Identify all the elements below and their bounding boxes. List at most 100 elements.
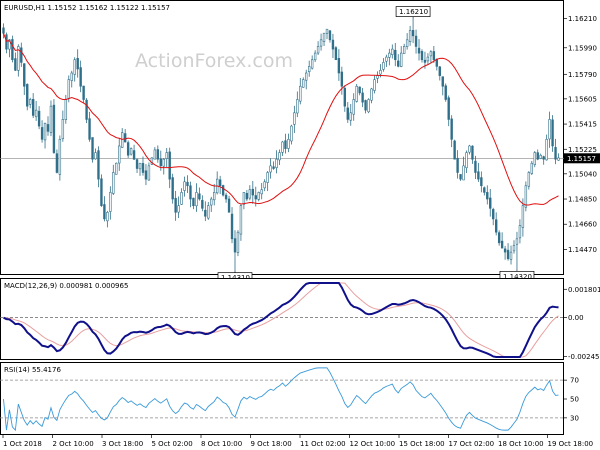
candle-body	[278, 152, 281, 161]
candle-body	[373, 79, 376, 91]
price-tick-label: 1.14660	[568, 221, 597, 229]
time-tick-label: 15 Oct 18:00	[399, 440, 445, 448]
candle-body	[112, 172, 115, 194]
candle-body	[405, 39, 409, 47]
price-tick-label: 1.15790	[568, 71, 597, 79]
candle-body	[382, 62, 385, 70]
candle-body	[132, 150, 136, 160]
candle-body	[156, 149, 160, 160]
candle-body	[355, 85, 358, 102]
candle-body	[263, 181, 266, 189]
watermark: ActionForex.com	[135, 50, 293, 72]
candle-body	[305, 72, 308, 81]
candle-body	[334, 47, 338, 61]
candle-body	[290, 125, 293, 142]
candle-body	[189, 185, 192, 200]
candle-body	[76, 57, 79, 70]
candle-body	[11, 39, 14, 61]
annotation-label: 1.16210	[399, 8, 428, 16]
rsi-tick-label: 70	[570, 377, 579, 385]
candle-body	[486, 192, 489, 200]
candle-body	[471, 145, 474, 160]
candle-body	[462, 165, 465, 181]
price-tick-label: 1.14850	[568, 196, 597, 204]
candle-body	[31, 99, 35, 116]
candle-body	[337, 58, 341, 74]
candle-body	[545, 139, 548, 161]
candle-body	[299, 85, 302, 102]
candle-body	[281, 141, 284, 153]
candle-body	[349, 112, 352, 121]
candle-body	[492, 209, 495, 220]
candle-body	[456, 157, 459, 173]
candle-body	[272, 166, 275, 169]
candle-body	[394, 49, 397, 61]
candle-body	[230, 213, 234, 240]
candle-body	[138, 162, 142, 170]
candle-body	[269, 165, 272, 173]
candle-body	[319, 39, 323, 47]
candle-body	[465, 152, 468, 169]
candle-body	[402, 46, 406, 54]
candle-body	[121, 132, 124, 148]
candle-body	[370, 88, 373, 101]
candle-body	[358, 86, 361, 94]
candle-body	[159, 158, 162, 167]
candle-body	[477, 171, 480, 180]
time-tick-label: 18 Oct 10:00	[498, 440, 544, 448]
candle-body	[340, 71, 344, 87]
candle-body	[536, 152, 539, 160]
candle-body	[313, 52, 317, 61]
candle-body	[506, 249, 510, 260]
time-tick-label: 5 Oct 02:00	[152, 440, 193, 448]
macd-panel: MACD(12,26,9) 0.000981 0.000965 0.001801…	[0, 278, 600, 361]
candle-body	[20, 47, 23, 63]
candle-body	[494, 219, 498, 233]
candle-body	[450, 118, 453, 140]
candle-body	[37, 110, 41, 127]
price-tick-label: 1.15040	[568, 170, 597, 178]
candle-body	[447, 97, 450, 120]
candle-body	[343, 87, 347, 107]
candle-body	[43, 123, 47, 141]
candle-body	[379, 70, 382, 75]
candle-body	[204, 209, 207, 217]
candle-body	[233, 238, 237, 253]
candle-body	[322, 32, 326, 42]
candle-body	[94, 152, 97, 160]
main-header: EURUSD,H1 1.15152 1.15162 1.15122 1.1515…	[4, 4, 170, 12]
candle-body	[49, 105, 53, 133]
candle-body	[135, 159, 139, 169]
price-tick-label: 1.15415	[568, 121, 597, 129]
macd-tick-label: -0.002458	[568, 353, 600, 361]
chart-canvas: ActionForex.com EURUSD,H1 1.15152 1.1516…	[0, 0, 600, 448]
candle-body	[177, 205, 180, 213]
candle-body	[468, 145, 471, 153]
candle-body	[248, 189, 252, 199]
time-tick-label: 8 Oct 10:00	[201, 440, 242, 448]
current-price-label: 1.15157	[567, 155, 596, 163]
candle-body	[123, 133, 127, 143]
candle-body	[308, 66, 311, 73]
price-tick-label: 1.15605	[568, 95, 597, 103]
candle-body	[331, 39, 335, 50]
candle-body	[548, 119, 551, 140]
candle-body	[153, 149, 157, 160]
main-panel-frame	[0, 0, 564, 275]
candle-body	[144, 170, 148, 180]
rsi-tick-label: 50	[570, 396, 579, 404]
candle-body	[361, 92, 364, 103]
candle-body	[438, 66, 441, 76]
candle-body	[239, 205, 243, 235]
candle-body	[141, 163, 145, 173]
candle-body	[70, 72, 73, 81]
candle-body	[497, 232, 501, 244]
candle-body	[207, 205, 210, 219]
candle-body	[242, 192, 246, 205]
candle-body	[316, 46, 320, 54]
candle-body	[325, 28, 329, 34]
candle-body	[23, 63, 26, 87]
candle-body	[91, 137, 94, 160]
candle-body	[165, 152, 168, 159]
candle-body	[40, 127, 44, 140]
